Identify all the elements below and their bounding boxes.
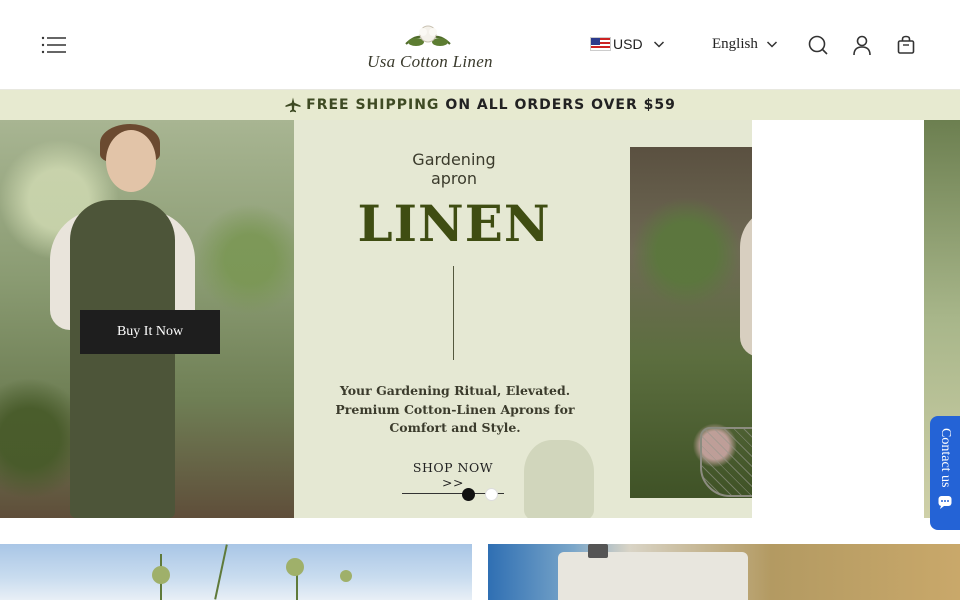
cotton-flower-icon xyxy=(405,25,451,46)
language-label: English xyxy=(712,35,758,52)
menu-icon[interactable] xyxy=(40,34,68,56)
chat-icon xyxy=(938,495,952,509)
next-slide-preview xyxy=(752,120,960,518)
announcement-rest: ON ALL ORDERS OVER $59 xyxy=(445,97,676,113)
search-icon[interactable] xyxy=(807,34,829,56)
site-header: Usa Cotton Linen USD English xyxy=(0,0,960,90)
slider-dot-2[interactable] xyxy=(485,488,498,501)
announcement-highlight: FREE SHIPPING xyxy=(306,97,440,113)
chevron-down-icon xyxy=(653,38,665,50)
slider-dots xyxy=(462,488,498,501)
currency-selector[interactable]: USD xyxy=(590,34,665,54)
vase-decoration xyxy=(524,440,594,518)
hero-tagline: Your Gardening Ritual, Elevated. Premium… xyxy=(324,382,586,438)
currency-label: USD xyxy=(613,36,643,52)
plane-icon xyxy=(285,97,301,113)
chevron-down-icon xyxy=(766,38,778,50)
sewing-machine-image xyxy=(558,552,748,600)
cart-icon[interactable] xyxy=(895,34,917,56)
buy-it-now-button[interactable]: Buy It Now xyxy=(80,310,220,354)
hero-subtitle-line1: Gardening xyxy=(412,150,496,169)
hero-subtitle: Gardening apron xyxy=(394,150,514,188)
category-tile-garden[interactable] xyxy=(0,544,472,600)
contact-us-tab[interactable]: Contact us xyxy=(930,416,960,530)
language-selector[interactable]: English xyxy=(712,34,778,54)
category-tile-sewing[interactable] xyxy=(488,544,960,600)
slider-dot-1[interactable] xyxy=(462,488,475,501)
us-flag-icon xyxy=(590,37,611,51)
hero-slider: Buy It Now Gardening apron LINEN Your Ga… xyxy=(0,120,960,518)
divider-line xyxy=(453,266,454,360)
hero-tagline-line1: Your Gardening Ritual, Elevated. xyxy=(339,383,571,398)
site-logo[interactable]: Usa Cotton Linen xyxy=(360,22,500,74)
hero-tagline-line2: Premium Cotton-Linen Aprons for xyxy=(335,401,575,417)
hero-title: LINEN xyxy=(357,194,551,253)
announcement-bar: FREE SHIPPING ON ALL ORDERS OVER $59 xyxy=(0,90,960,120)
logo-text: Usa Cotton Linen xyxy=(367,52,493,71)
announcement-text: FREE SHIPPING ON ALL ORDERS OVER $59 xyxy=(284,96,676,114)
contact-us-label: Contact us xyxy=(938,428,953,488)
hero-tagline-line3: Comfort and Style. xyxy=(389,420,521,435)
account-icon[interactable] xyxy=(851,34,873,56)
hero-subtitle-line2: apron xyxy=(430,169,478,188)
